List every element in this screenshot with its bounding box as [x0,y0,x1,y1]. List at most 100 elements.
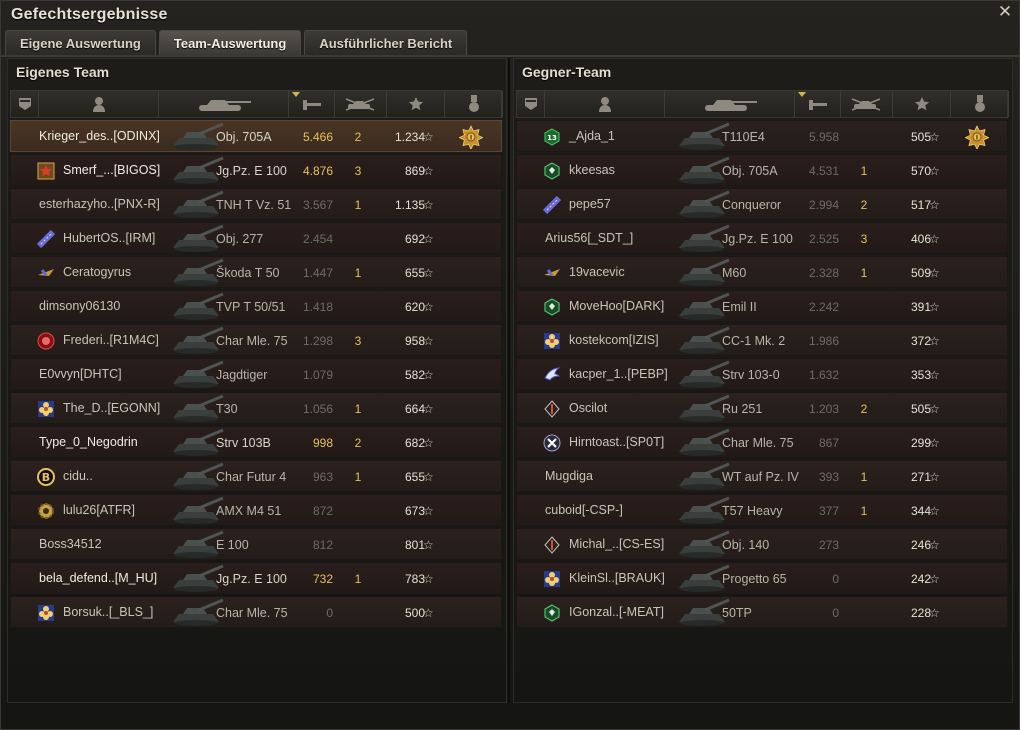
player-name[interactable]: Boss34512 [39,537,102,551]
tab-team-evaluation[interactable]: Team-Auswertung [158,30,302,55]
player-name[interactable]: MoveHoo[DARK] [569,299,664,313]
svg-text:I: I [470,135,472,142]
player-row[interactable]: kkeesas Obj. 705A 4.531 1 570 ☆ [516,154,1008,186]
player-name[interactable]: IGonzal..[-MEAT] [569,605,664,619]
player-row[interactable]: pepe57 Conqueror 2.994 2 517 ☆ [516,188,1008,220]
player-row[interactable]: Bcidu.. Char Futur 4 963 1 655 ☆ [10,460,502,492]
player-row[interactable]: Boss34512 E 100 812 801 ☆ [10,528,502,560]
vehicle-name: T30 [216,402,238,416]
player-row[interactable]: Smerf_...[BIGOS] Jg.Pz. E 100 4.876 3 869 ☆ [10,154,502,186]
player-name[interactable]: Type_0_Negodrin [39,435,138,449]
own-team-panel: Eigenes Team Krieger_des..[ODINX] Obj. 70… [7,58,507,703]
player-row[interactable]: Oscilot Ru 251 1.203 2 505 ☆ [516,392,1008,424]
column-header-squad-icon[interactable] [517,91,545,117]
xp-value: 655 [404,470,425,484]
player-row[interactable]: 13 _Ajda_1 T110E4 5.958 505 ☆ I [516,120,1008,152]
player-name[interactable]: E0vvyn[DHTC] [39,367,122,381]
column-header-player-icon[interactable] [545,91,665,117]
damage-value: 0 [832,572,839,586]
player-row[interactable]: dimsony06130 TVP T 50/51 1.418 620 ☆ [10,290,502,322]
kills-icon [345,98,374,111]
player-name[interactable]: esterhazyho..[PNX-R] [39,197,160,211]
achievement-medal-icon[interactable]: I [458,125,484,151]
player-name[interactable]: cidu.. [63,469,93,483]
vehicle-name: T57 Heavy [722,504,783,518]
player-name[interactable]: dimsony06130 [39,299,120,313]
player-row[interactable]: KleinSl..[BRAUK] Progetto 65 0 242 ☆ [516,562,1008,594]
kills-value: 1 [354,572,362,586]
player-row[interactable]: IGonzal..[-MEAT] 50TP 0 228 ☆ [516,596,1008,628]
player-name[interactable]: bela_defend..[M_HU] [39,571,157,585]
player-row[interactable]: 19vacevic M60 2.328 1 509 ☆ [516,256,1008,288]
damage-value: 3.567 [302,198,333,212]
column-header-medal-icon[interactable] [445,91,503,117]
player-name[interactable]: The_D..[EGONN] [63,401,160,415]
player-name[interactable]: Smerf_...[BIGOS] [63,163,160,177]
player-row[interactable]: Arius56[_SDT_] Jg.Pz. E 100 2.525 3 406 ☆ [516,222,1008,254]
player-name[interactable]: Ceratogyrus [63,265,131,279]
player-row[interactable]: Type_0_Negodrin Strv 103B 998 2 682 ☆ [10,426,502,458]
player-row[interactable]: Borsuk..[_BLS_] Char Mle. 75 0 500 ☆ [10,596,502,628]
player-row[interactable]: Ceratogyrus Škoda T 50 1.447 1 655 ☆ [10,256,502,288]
player-row[interactable]: Hirntoast..[SP0T] Char Mle. 75 867 299 ☆ [516,426,1008,458]
player-row[interactable]: E0vvyn[DHTC] Jagdtiger 1.079 582 ☆ [10,358,502,390]
svg-text:13: 13 [547,134,557,142]
player-row[interactable]: Frederi..[R1M4C] Char Mle. 75 1.298 3 958 ☆ [10,324,502,356]
column-header-tank-icon[interactable] [159,91,289,117]
column-header-xp-star-icon[interactable] [387,91,445,117]
player-name[interactable]: KleinSl..[BRAUK] [569,571,665,585]
player-name[interactable]: kkeesas [569,163,615,177]
column-header-kills-icon[interactable] [335,91,387,117]
player-row[interactable]: MoveHoo[DARK] Emil II 2.242 391 ☆ [516,290,1008,322]
player-name[interactable]: Mugdiga [545,469,593,483]
column-header-damage-icon[interactable] [795,91,841,117]
close-icon[interactable]: ✕ [997,3,1013,20]
column-header-xp-star-icon[interactable] [893,91,951,117]
player-name[interactable]: lulu26[ATFR] [63,503,135,517]
damage-value: 393 [818,470,839,484]
player-row[interactable]: The_D..[EGONN] T30 1.056 1 664 ☆ [10,392,502,424]
column-header-damage-icon[interactable] [289,91,335,117]
xp-value: 1.135 [394,198,425,212]
player-row[interactable]: Michal_..[CS-ES] Obj. 140 273 246 ☆ [516,528,1008,560]
tab-own-evaluation[interactable]: Eigene Auswertung [5,30,156,55]
player-row[interactable]: kostekcom[IZIS] CC-1 Mk. 2 1.986 372 ☆ [516,324,1008,356]
player-row[interactable]: bela_defend..[M_HU] Jg.Pz. E 100 732 1 783 ☆ [10,562,502,594]
player-row[interactable]: kacper_1..[PEBP] Strv 103-0 1.632 353 ☆ [516,358,1008,390]
vehicle-name: AMX M4 51 [216,504,282,518]
player-name[interactable]: 19vacevic [569,265,625,279]
player-name[interactable]: Krieger_des..[ODINX] [39,129,160,143]
column-header-kills-icon[interactable] [841,91,893,117]
column-header-tank-icon[interactable] [665,91,795,117]
player-name[interactable]: _Ajda_1 [569,129,615,143]
player-name[interactable]: pepe57 [569,197,611,211]
player-name[interactable]: Borsuk..[_BLS_] [63,605,153,619]
xp-value: 391 [910,300,931,314]
tab-detailed-report[interactable]: Ausführlicher Bericht [304,30,468,55]
column-header-squad-icon[interactable] [11,91,39,117]
player-name[interactable]: HubertOS..[IRM] [63,231,155,245]
xp-value: 620 [404,300,425,314]
clan-emblem-icon [543,264,561,282]
player-name[interactable]: kostekcom[IZIS] [569,333,659,347]
player-name[interactable]: kacper_1..[PEBP] [569,367,668,381]
player-row[interactable]: Krieger_des..[ODINX] Obj. 705A 5.466 2 1.234… [10,120,502,152]
achievement-medal-icon[interactable]: I [964,125,990,151]
player-name[interactable]: Arius56[_SDT_] [545,231,633,245]
xp-star-icon: ☆ [423,572,434,586]
player-row[interactable]: HubertOS..[IRM] Obj. 277 2.454 692 ☆ [10,222,502,254]
xp-star-icon: ☆ [929,164,940,178]
player-name[interactable]: Frederi..[R1M4C] [63,333,159,347]
player-row[interactable]: lulu26[ATFR] AMX M4 51 872 673 ☆ [10,494,502,526]
xp-star-icon: ☆ [929,470,940,484]
player-row[interactable]: Mugdiga WT auf Pz. IV 393 1 271 ☆ [516,460,1008,492]
player-name[interactable]: Hirntoast..[SP0T] [569,435,664,449]
player-name[interactable]: Oscilot [569,401,607,415]
clan-emblem-icon [37,264,55,282]
player-name[interactable]: cuboid[-CSP-] [545,503,623,517]
player-row[interactable]: esterhazyho..[PNX-R] TNH T Vz. 51 3.567 1 1.… [10,188,502,220]
column-header-medal-icon[interactable] [951,91,1009,117]
player-row[interactable]: cuboid[-CSP-] T57 Heavy 377 1 344 ☆ [516,494,1008,526]
column-header-player-icon[interactable] [39,91,159,117]
player-name[interactable]: Michal_..[CS-ES] [569,537,664,551]
